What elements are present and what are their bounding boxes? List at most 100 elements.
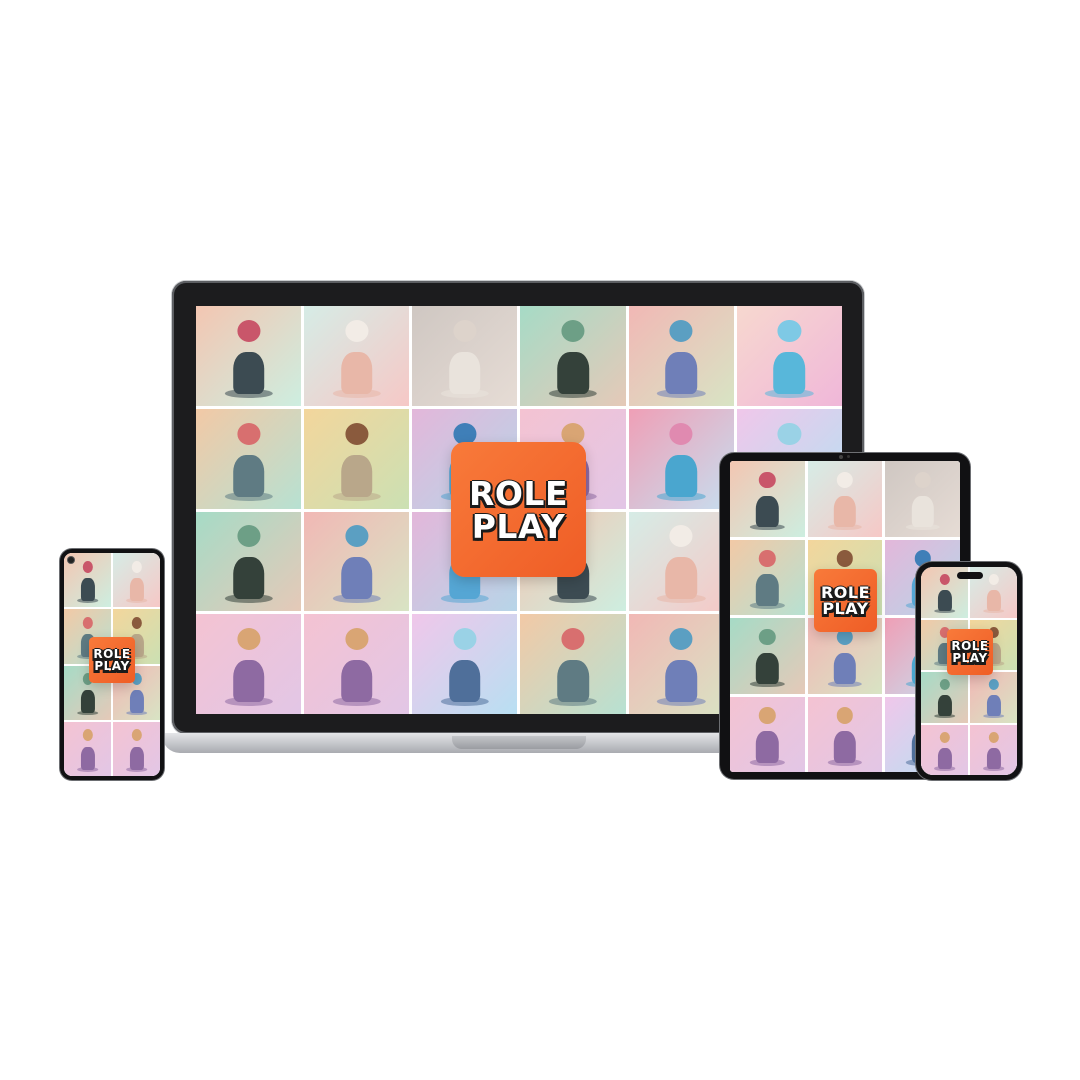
figure-head: [561, 319, 585, 342]
character-tile[interactable]: [921, 724, 968, 775]
character-tile[interactable]: [730, 696, 805, 772]
character-tile[interactable]: [807, 461, 883, 537]
tablet-camera-icon: [839, 455, 843, 459]
character-tile[interactable]: [113, 721, 160, 776]
figure-head: [669, 422, 693, 445]
figure-head: [237, 525, 261, 548]
figure-body: [937, 747, 952, 769]
figure-head: [669, 525, 693, 548]
character-tile[interactable]: [304, 408, 410, 509]
figure-body: [557, 660, 589, 703]
character-tile[interactable]: [520, 614, 626, 714]
figure-body: [756, 495, 779, 528]
figure-head: [939, 731, 950, 743]
character-tile[interactable]: [807, 696, 883, 772]
figure-body: [756, 652, 779, 685]
figure-body: [773, 351, 806, 394]
figure-body: [665, 351, 698, 394]
figure-head: [777, 422, 801, 445]
figure-head: [939, 574, 950, 586]
character-tile[interactable]: [628, 408, 734, 509]
character-tile[interactable]: [970, 724, 1017, 775]
figure-head: [345, 422, 369, 445]
phone-left-screen: ROLE PLAY: [64, 553, 160, 776]
character-tile[interactable]: [628, 511, 734, 612]
character-tile[interactable]: [885, 461, 960, 537]
figure-body: [232, 660, 265, 703]
character-tile[interactable]: [412, 614, 518, 714]
figure-body: [833, 731, 857, 763]
figure-head: [836, 707, 854, 724]
character-tile[interactable]: [736, 306, 842, 406]
character-tile[interactable]: [730, 539, 805, 615]
tablet-sensor-icon: [847, 455, 850, 458]
dynamic-island-icon: [957, 572, 983, 579]
figure-body: [340, 454, 373, 497]
figure-body: [80, 577, 95, 601]
character-tile[interactable]: [412, 306, 518, 406]
figure-head: [759, 471, 776, 489]
figure-body: [340, 557, 373, 600]
figure-head: [669, 628, 693, 651]
figure-head: [669, 319, 693, 342]
figure-body: [557, 351, 589, 394]
logo-line-2: PLAY: [952, 651, 988, 665]
character-tile[interactable]: [921, 672, 968, 723]
character-tile[interactable]: [196, 306, 302, 406]
figure-body: [986, 590, 1001, 612]
character-tile[interactable]: [304, 511, 410, 612]
character-tile[interactable]: [64, 721, 111, 776]
figure-body: [232, 557, 265, 600]
figure-head: [82, 729, 93, 742]
figure-body: [937, 590, 952, 612]
character-tile[interactable]: [196, 511, 302, 612]
figure-body: [340, 660, 373, 703]
logo-line-2: PLAY: [471, 506, 566, 546]
figure-body: [665, 660, 698, 703]
character-tile[interactable]: [730, 618, 805, 694]
figure-head: [988, 679, 999, 691]
figure-head: [131, 729, 142, 742]
character-tile[interactable]: [520, 306, 626, 406]
role-play-logo[interactable]: ROLE PLAY: [89, 637, 135, 683]
character-tile[interactable]: [113, 553, 160, 608]
figure-body: [129, 577, 144, 601]
figure-body: [80, 746, 95, 770]
character-tile[interactable]: [628, 614, 734, 714]
figure-body: [80, 690, 95, 714]
figure-body: [129, 746, 144, 770]
character-tile[interactable]: [196, 614, 302, 714]
figure-body: [665, 454, 698, 497]
character-tile[interactable]: [730, 461, 805, 537]
figure-head: [345, 628, 369, 651]
figure-head: [561, 628, 585, 651]
figure-head: [914, 471, 931, 489]
figure-body: [937, 695, 952, 717]
character-tile[interactable]: [628, 306, 734, 406]
figure-body: [986, 747, 1001, 769]
figure-head: [988, 574, 999, 586]
figure-body: [232, 351, 265, 394]
role-play-logo[interactable]: ROLE PLAY: [947, 629, 993, 675]
laptop-opening-notch: [452, 736, 586, 749]
figure-head: [131, 616, 142, 629]
character-tile[interactable]: [196, 408, 302, 509]
role-play-logo[interactable]: ROLE PLAY: [814, 569, 877, 632]
figure-body: [986, 695, 1001, 717]
figure-head: [777, 319, 801, 342]
figure-head: [131, 560, 142, 573]
figure-head: [836, 550, 854, 567]
figure-head: [82, 560, 93, 573]
character-tile[interactable]: [304, 614, 410, 714]
figure-head: [345, 319, 369, 342]
figure-body: [665, 557, 698, 600]
figure-head: [939, 679, 950, 691]
figure-head: [453, 628, 477, 651]
character-tile[interactable]: [970, 672, 1017, 723]
figure-head: [345, 525, 369, 548]
figure-head: [237, 422, 261, 445]
figure-body: [756, 731, 779, 763]
figure-head: [759, 707, 776, 724]
role-play-logo[interactable]: ROLE PLAY: [451, 442, 586, 577]
character-tile[interactable]: [304, 306, 410, 406]
